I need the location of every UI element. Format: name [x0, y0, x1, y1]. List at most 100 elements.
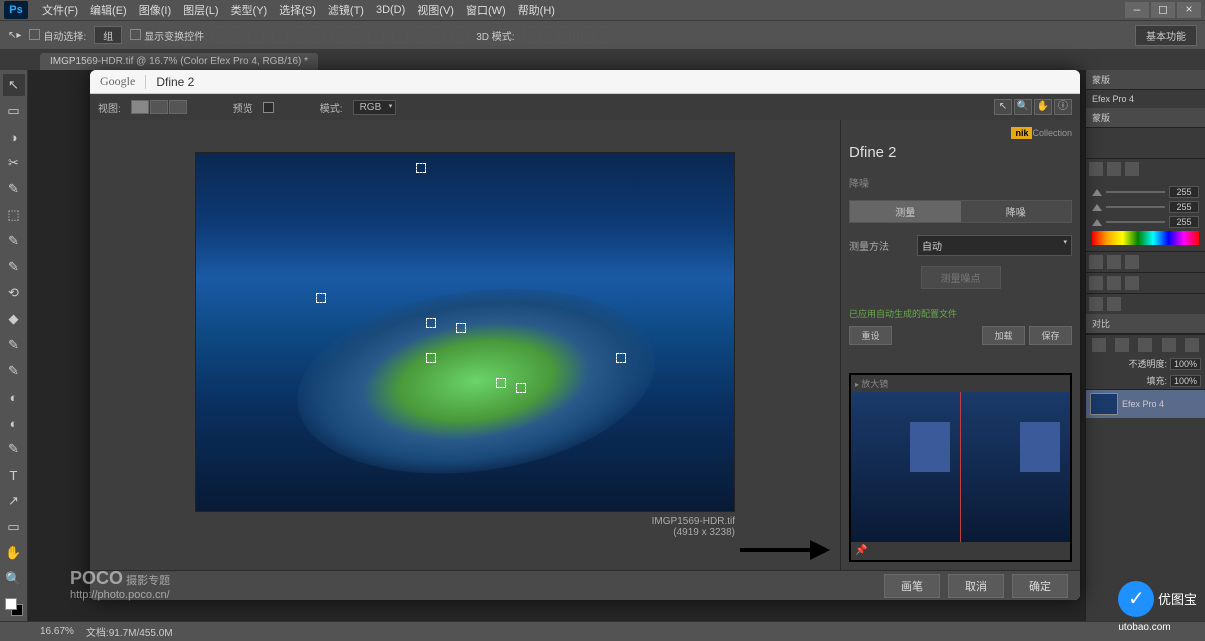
eyedropper-tool[interactable]: ⬚ — [3, 204, 25, 226]
zoom-tool-button[interactable]: 🔍 — [1014, 99, 1032, 115]
panel-icon[interactable] — [1125, 276, 1139, 290]
menu-layer[interactable]: 图层(L) — [177, 2, 224, 18]
color-ramp[interactable] — [1092, 231, 1199, 245]
masks-panel-tab[interactable]: 蒙版 — [1086, 70, 1205, 90]
3d-icon[interactable] — [541, 27, 557, 43]
layer-filter-icon[interactable] — [1138, 338, 1152, 352]
menu-help[interactable]: 帮助(H) — [512, 2, 561, 18]
show-transform-checkbox[interactable] — [130, 29, 141, 40]
red-value[interactable]: 255 — [1169, 186, 1199, 198]
align-icon[interactable] — [290, 27, 306, 43]
minimize-button[interactable]: – — [1125, 2, 1149, 18]
marquee-tool[interactable]: ▭ — [3, 100, 25, 122]
panel-icon[interactable] — [1089, 297, 1103, 311]
tab-reduce[interactable]: 降噪 — [961, 201, 1072, 222]
eraser-tool[interactable]: ✎ — [3, 334, 25, 356]
red-slider[interactable] — [1106, 191, 1165, 193]
pan-tool-button[interactable]: ✋ — [1034, 99, 1052, 115]
menu-select[interactable]: 选择(S) — [273, 2, 322, 18]
layer-filter-icon[interactable] — [1185, 338, 1199, 352]
noise-marker[interactable] — [456, 323, 466, 333]
green-slider[interactable] — [1106, 206, 1165, 208]
noise-marker[interactable] — [426, 353, 436, 363]
menu-3d[interactable]: 3D(D) — [370, 4, 411, 16]
dialog-title-bar[interactable]: Google Dfine 2 — [90, 70, 1080, 94]
crop-tool[interactable]: ✎ — [3, 178, 25, 200]
panel-icon[interactable] — [1089, 276, 1103, 290]
blue-value[interactable]: 255 — [1169, 216, 1199, 228]
layer-filter-icon[interactable] — [1092, 338, 1106, 352]
menu-view[interactable]: 视图(V) — [411, 2, 460, 18]
blue-slider[interactable] — [1106, 221, 1165, 223]
3d-icon[interactable] — [577, 27, 593, 43]
type-tool[interactable]: T — [3, 464, 25, 486]
noise-marker[interactable] — [616, 353, 626, 363]
3d-icon[interactable] — [559, 27, 575, 43]
history-brush-tool[interactable]: ◆ — [3, 308, 25, 330]
cancel-button[interactable]: 取消 — [948, 574, 1004, 598]
noise-marker[interactable] — [316, 293, 326, 303]
layer-filter-icon[interactable] — [1115, 338, 1129, 352]
menu-image[interactable]: 图像(I) — [133, 2, 177, 18]
maximize-button[interactable]: ◻ — [1151, 2, 1175, 18]
brush-tool[interactable]: ✎ — [3, 256, 25, 278]
view-side-button[interactable] — [169, 100, 187, 114]
info-button[interactable]: ⓘ — [1054, 99, 1072, 115]
3d-icon[interactable] — [595, 27, 611, 43]
color-swatch[interactable] — [5, 598, 23, 616]
noise-marker[interactable] — [426, 318, 436, 328]
noise-marker[interactable] — [516, 383, 526, 393]
3d-icon[interactable] — [523, 27, 539, 43]
preview-checkbox[interactable] — [263, 102, 274, 113]
menu-type[interactable]: 类型(Y) — [225, 2, 274, 18]
layer-filter-icon[interactable] — [1162, 338, 1176, 352]
load-button[interactable]: 加载 — [982, 326, 1025, 345]
align-icon[interactable] — [212, 27, 228, 43]
pin-icon[interactable]: 📌 — [855, 545, 867, 557]
panel-icon[interactable] — [1107, 255, 1121, 269]
move-tool[interactable]: ↖ — [3, 74, 25, 96]
distribute-icon[interactable] — [350, 27, 366, 43]
hand-tool[interactable]: ✋ — [3, 542, 25, 564]
workspace-dropdown[interactable]: 基本功能 — [1135, 25, 1197, 46]
reset-button[interactable]: 重设 — [849, 326, 892, 345]
opacity-value[interactable]: 100% — [1170, 358, 1201, 370]
layer-item[interactable]: Efex Pro 4 — [1086, 389, 1205, 418]
align-3d-icon[interactable] — [452, 27, 468, 43]
preview-image[interactable] — [195, 152, 735, 512]
pen-tool[interactable]: ✎ — [3, 438, 25, 460]
menu-edit[interactable]: 编辑(E) — [84, 2, 133, 18]
panel-icon[interactable] — [1125, 162, 1139, 176]
zoom-level[interactable]: 16.67% — [40, 626, 74, 637]
menu-window[interactable]: 窗口(W) — [460, 2, 512, 18]
loupe-preview[interactable] — [851, 392, 1070, 542]
wand-tool[interactable]: ✂ — [3, 152, 25, 174]
blur-tool[interactable]: ◐ — [3, 386, 25, 408]
method-dropdown[interactable]: 自动 — [917, 235, 1072, 256]
heal-tool[interactable]: ✎ — [3, 230, 25, 252]
panel-icon[interactable] — [1125, 255, 1139, 269]
panel-icon[interactable] — [1089, 162, 1103, 176]
panel-icon[interactable] — [1107, 276, 1121, 290]
brush-button[interactable]: 画笔 — [884, 574, 940, 598]
align-icon[interactable] — [308, 27, 324, 43]
path-tool[interactable]: ↗ — [3, 490, 25, 512]
align-icon[interactable] — [248, 27, 264, 43]
layers-panel-tab[interactable]: 对比 — [1086, 314, 1205, 334]
noise-marker[interactable] — [416, 163, 426, 173]
auto-select-checkbox[interactable] — [29, 29, 40, 40]
menu-filter[interactable]: 滤镜(T) — [322, 2, 370, 18]
lasso-tool[interactable]: ◑ — [3, 126, 25, 148]
tab-measure[interactable]: 测量 — [850, 201, 961, 222]
distribute-icon[interactable] — [332, 27, 348, 43]
ok-button[interactable]: 确定 — [1012, 574, 1068, 598]
auto-select-dropdown[interactable]: 组 — [94, 26, 122, 44]
distribute-icon[interactable] — [428, 27, 444, 43]
adjustments-panel-tab[interactable]: 蒙版 — [1086, 108, 1205, 128]
save-button[interactable]: 保存 — [1029, 326, 1072, 345]
panel-icon[interactable] — [1107, 162, 1121, 176]
distribute-icon[interactable] — [392, 27, 408, 43]
green-value[interactable]: 255 — [1169, 201, 1199, 213]
noise-marker[interactable] — [496, 378, 506, 388]
zoom-tool[interactable]: 🔍 — [3, 568, 25, 590]
